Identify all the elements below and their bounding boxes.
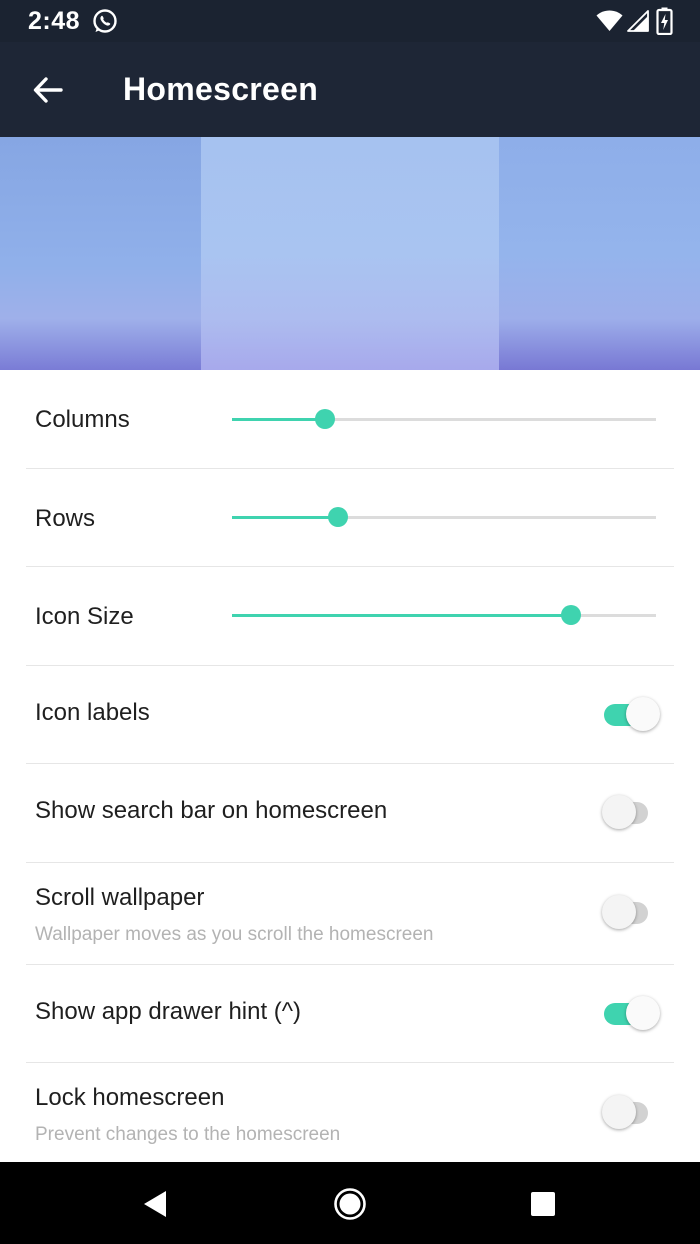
preview-page-current	[201, 137, 499, 370]
setting-row-drawer-hint[interactable]: Show app drawer hint (^)	[26, 965, 674, 1063]
slider-fill	[232, 516, 338, 519]
rows-slider[interactable]	[232, 502, 656, 532]
icon-labels-label: Icon labels	[35, 699, 150, 726]
scroll-wallpaper-toggle[interactable]	[602, 893, 660, 933]
rows-label: Rows	[35, 505, 96, 532]
preview-page-left	[0, 137, 201, 370]
homescreen-preview	[0, 137, 700, 370]
drawer-hint-toggle[interactable]	[602, 994, 660, 1034]
battery-charging-icon	[656, 7, 673, 35]
settings-list: Columns Rows Icon Size Icon labels Show …	[0, 370, 700, 1162]
slider-thumb[interactable]	[315, 409, 336, 429]
search-bar-label: Show search bar on homescreen	[35, 797, 388, 824]
toggle-thumb	[602, 1095, 636, 1129]
slider-fill	[232, 614, 572, 617]
scroll-wallpaper-label: Scroll wallpaper	[35, 884, 205, 911]
setting-row-scroll-wallpaper[interactable]: Scroll wallpaper Wallpaper moves as you …	[26, 863, 674, 965]
scroll-wallpaper-description: Wallpaper moves as you scroll the homesc…	[35, 924, 434, 945]
slider-thumb[interactable]	[328, 507, 348, 527]
toggle-thumb	[626, 996, 660, 1030]
page-title: Homescreen	[123, 71, 319, 107]
slider-thumb[interactable]	[561, 605, 582, 625]
setting-row-rows: Rows	[26, 469, 674, 567]
lock-homescreen-label: Lock homescreen	[35, 1084, 225, 1111]
wifi-icon	[596, 10, 623, 31]
icon-labels-toggle[interactable]	[602, 695, 660, 735]
search-bar-toggle[interactable]	[602, 793, 660, 833]
toggle-thumb	[602, 795, 636, 829]
setting-row-columns: Columns	[26, 370, 674, 469]
arrow-left-icon	[33, 77, 63, 103]
recents-square-icon[interactable]	[523, 1184, 563, 1224]
slider-fill	[232, 418, 326, 421]
setting-row-icon-labels[interactable]: Icon labels	[26, 666, 674, 764]
back-triangle-icon[interactable]	[135, 1184, 175, 1224]
setting-row-search-bar[interactable]: Show search bar on homescreen	[26, 764, 674, 863]
status-bar: 2:48	[0, 0, 700, 42]
whatsapp-icon	[93, 9, 117, 33]
columns-label: Columns	[35, 406, 130, 433]
preview-page-right	[499, 137, 700, 370]
app-bar: Homescreen	[0, 42, 700, 137]
icon-size-slider[interactable]	[232, 600, 656, 630]
toggle-thumb	[626, 697, 660, 731]
phone-screen: 2:48 Homescreen Columns Rows Icon Size I…	[0, 0, 700, 1244]
drawer-hint-label: Show app drawer hint (^)	[35, 998, 302, 1025]
signal-icon	[627, 10, 649, 32]
lock-homescreen-description: Prevent changes to the homescreen	[35, 1124, 341, 1145]
back-button[interactable]	[22, 64, 74, 116]
home-circle-icon[interactable]	[330, 1184, 370, 1224]
setting-row-icon-size: Icon Size	[26, 567, 674, 666]
icon-size-label: Icon Size	[35, 603, 134, 630]
lock-homescreen-toggle[interactable]	[602, 1093, 660, 1133]
columns-slider[interactable]	[232, 404, 656, 434]
toggle-thumb	[602, 895, 636, 929]
setting-row-lock-homescreen[interactable]: Lock homescreen Prevent changes to the h…	[26, 1063, 674, 1162]
status-time: 2:48	[28, 7, 81, 35]
navigation-bar	[0, 1162, 700, 1244]
